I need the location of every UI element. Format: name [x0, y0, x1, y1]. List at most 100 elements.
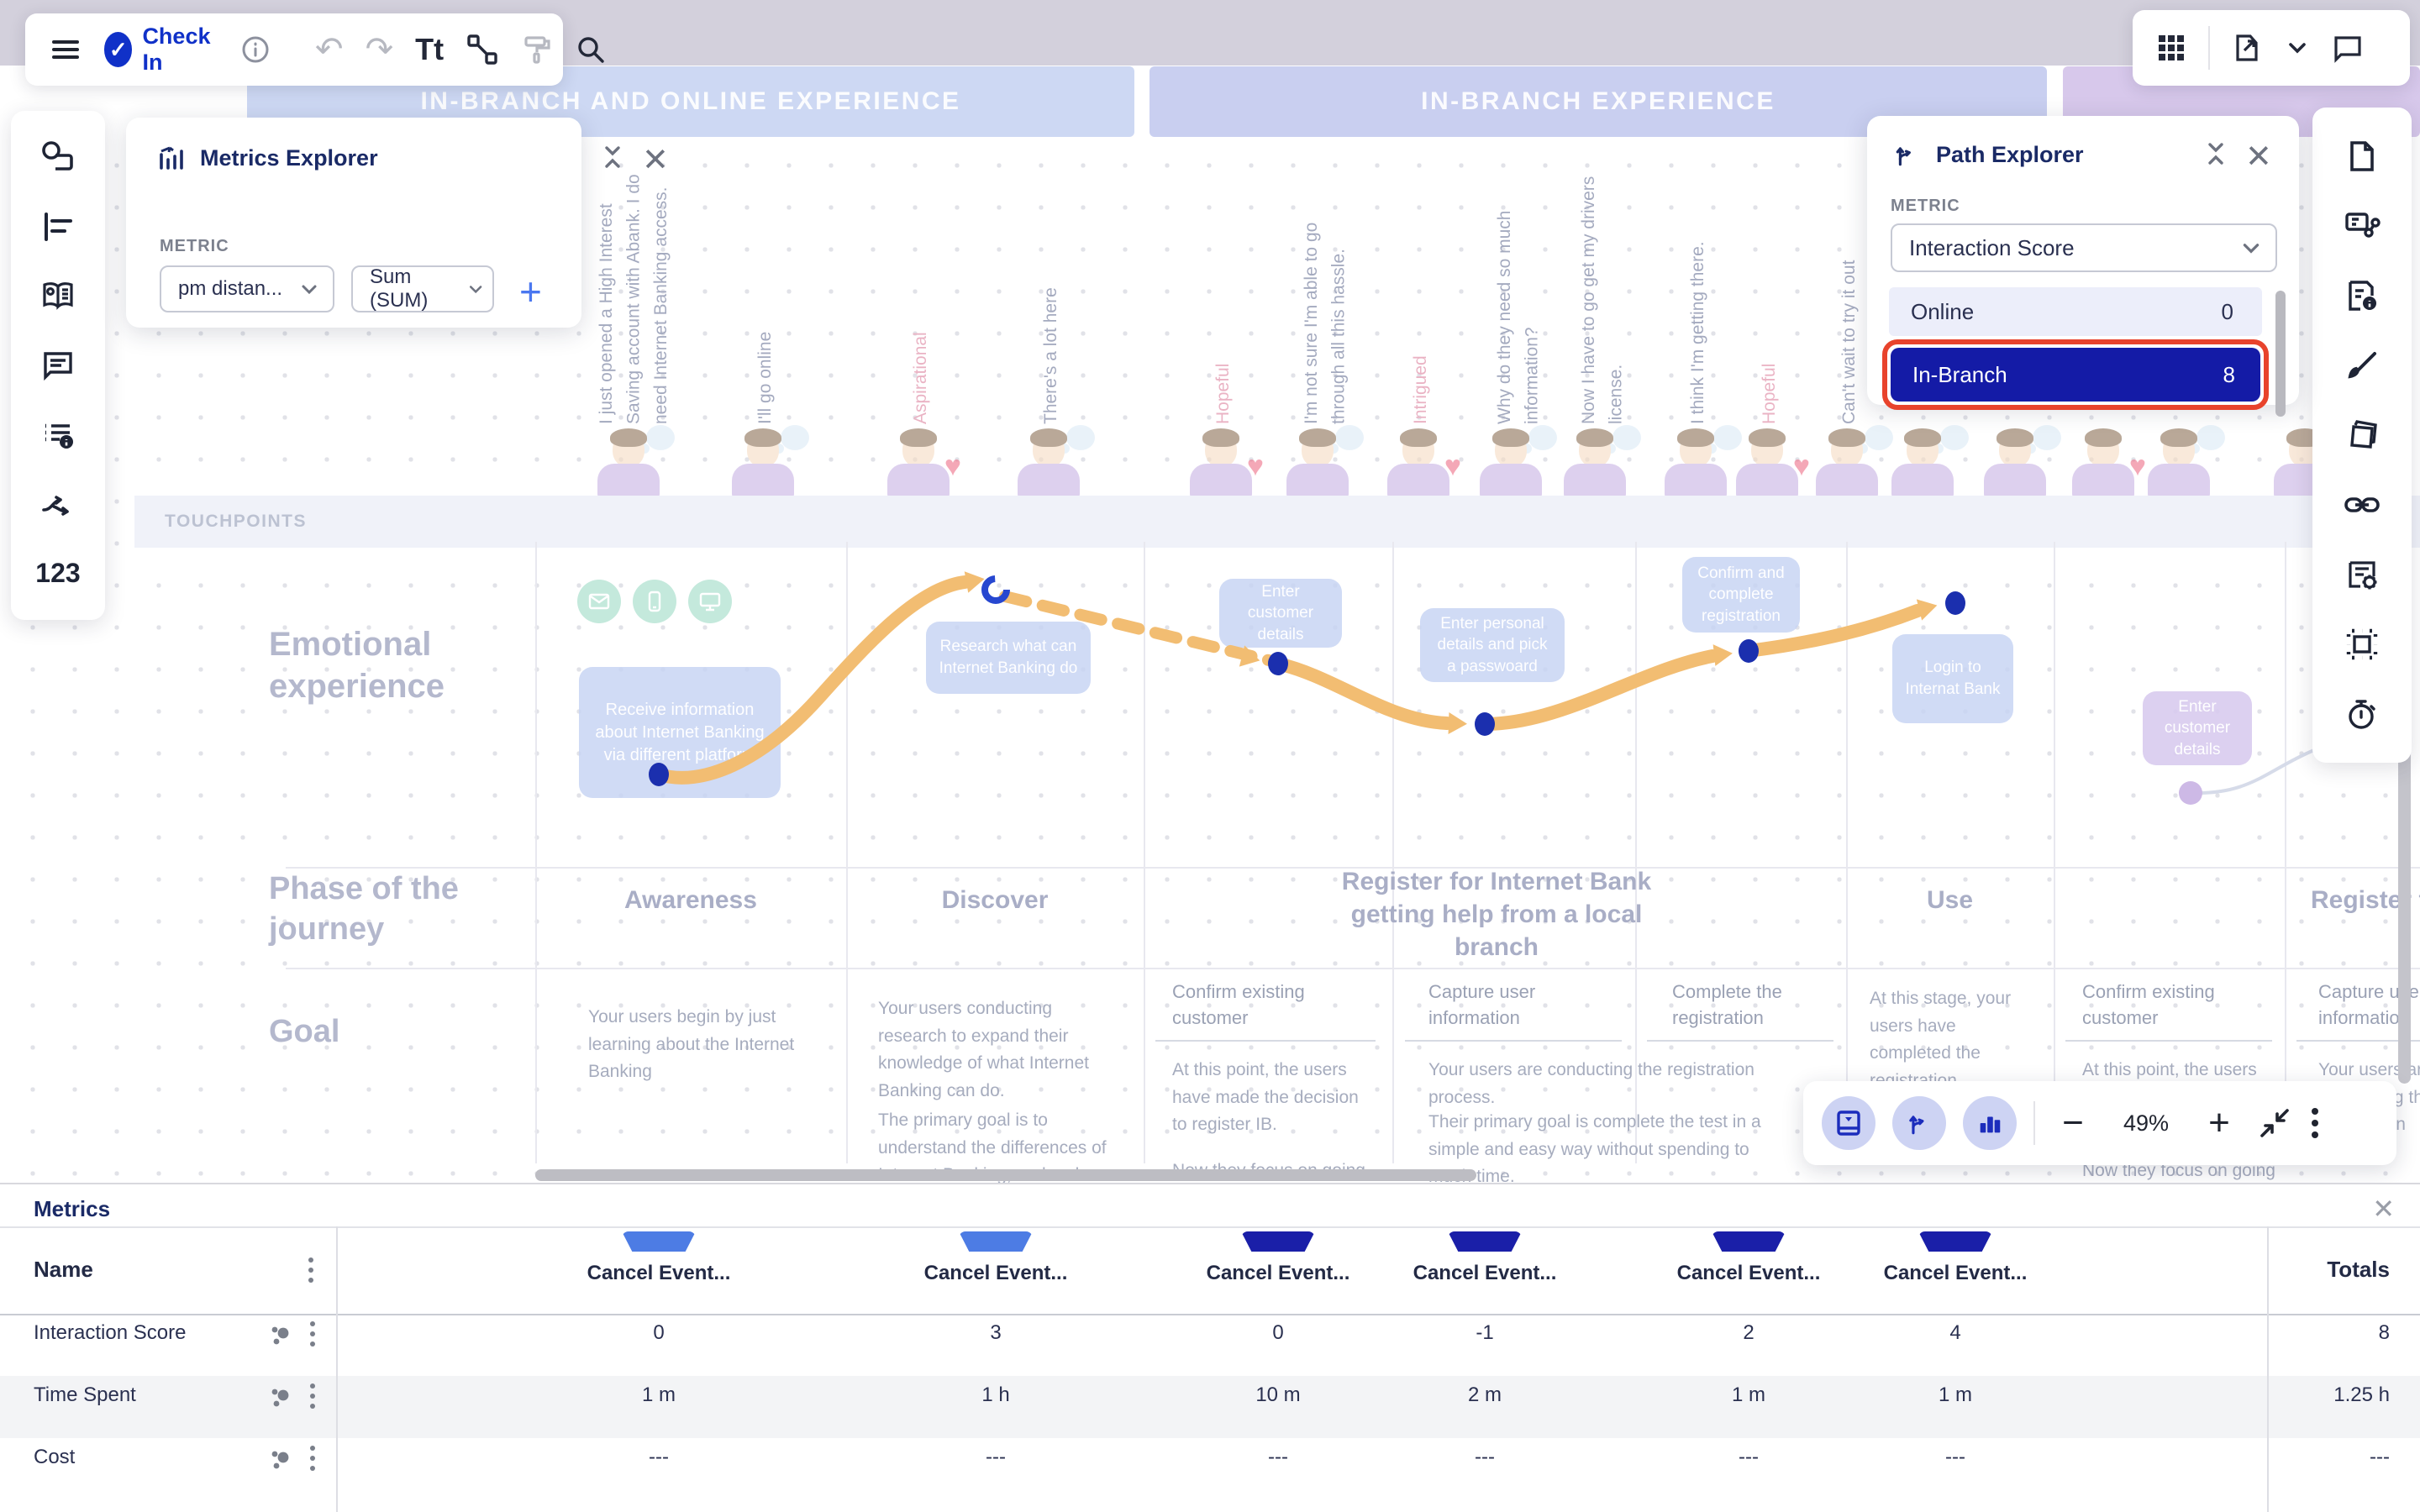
metric-select[interactable]: pm distan...	[160, 265, 334, 312]
path-option-in-branch[interactable]: In-Branch 8	[1891, 348, 2260, 402]
connector-tool-icon[interactable]	[466, 33, 499, 66]
more-options-kebab-icon[interactable]	[2309, 1105, 2321, 1142]
column-header-event[interactable]: Cancel Event...	[1880, 1260, 2031, 1287]
table-cell[interactable]: 0	[583, 1321, 734, 1345]
row-name[interactable]: Cost	[34, 1446, 75, 1469]
doc-settings-icon[interactable]	[2332, 544, 2392, 605]
phase-register[interactable]: Register for Internet Bank getting help …	[1320, 865, 1673, 963]
table-cell[interactable]: 1 h	[920, 1383, 1071, 1407]
sidebar-comment-icon[interactable]	[28, 335, 88, 396]
table-cell[interactable]: 3	[920, 1321, 1071, 1345]
path-option-online[interactable]: Online 0	[1889, 287, 2262, 336]
row-name[interactable]: Interaction Score	[34, 1321, 186, 1345]
close-panel-icon[interactable]: ✕	[2245, 138, 2272, 176]
fit-to-screen-icon[interactable]	[2257, 1105, 2292, 1141]
phase-discover[interactable]: Discover	[846, 884, 1144, 916]
text-tool-icon[interactable]: Tt	[415, 32, 444, 67]
event-column-pill[interactable]	[1448, 1231, 1522, 1252]
sidebar-lanes-icon[interactable]	[28, 197, 88, 257]
column-header-event[interactable]: Cancel Event...	[920, 1260, 1071, 1287]
row-kebab-icon[interactable]	[308, 1443, 318, 1473]
journey-card[interactable]: Receive information about Internet Banki…	[579, 667, 781, 798]
paint-roller-icon[interactable]	[521, 34, 553, 66]
row-name[interactable]: Time Spent	[34, 1383, 136, 1407]
aggregation-select[interactable]: Sum (SUM)	[351, 265, 494, 312]
table-cell[interactable]: 1 m	[1673, 1383, 1824, 1407]
undo-icon[interactable]: ↶	[315, 30, 344, 69]
column-header-event[interactable]: Cancel Event...	[1409, 1260, 1560, 1287]
table-cell[interactable]: 10 m	[1202, 1383, 1354, 1407]
table-cell[interactable]: 1 m	[583, 1383, 734, 1407]
redo-icon[interactable]: ↷	[366, 30, 394, 69]
table-cell[interactable]: 2	[1673, 1321, 1824, 1345]
journey-card[interactable]: Research what can Internet Banking do	[926, 622, 1091, 694]
toggle-path-explorer-button[interactable]	[1892, 1096, 1946, 1150]
toggle-metrics-panel-button[interactable]	[1822, 1096, 1876, 1150]
journey-card[interactable]: Confirm and complete registration	[1682, 557, 1800, 633]
toggle-metrics-explorer-button[interactable]	[1963, 1096, 2017, 1150]
table-cell[interactable]: ---	[1409, 1446, 1560, 1469]
journey-card[interactable]: Enter personal details and pick a passwo…	[1420, 608, 1565, 682]
sidebar-list-info-icon[interactable]	[28, 405, 88, 465]
column-header-event[interactable]: Cancel Event...	[1673, 1260, 1824, 1287]
mobile-touchpoint-icon[interactable]	[633, 580, 676, 623]
zoom-in-button[interactable]: +	[2198, 1102, 2240, 1144]
sidebar-metrics-123[interactable]: 123	[28, 543, 88, 604]
table-cell[interactable]: 1 m	[1880, 1383, 2031, 1407]
sidebar-path-icon[interactable]	[28, 474, 88, 534]
frame-select-icon[interactable]	[2332, 614, 2392, 675]
stopwatch-icon[interactable]	[2332, 684, 2392, 744]
column-header-event[interactable]: Cancel Event...	[583, 1260, 734, 1287]
event-column-pill[interactable]	[1918, 1231, 1992, 1252]
table-cell[interactable]: ---	[1673, 1446, 1824, 1469]
apps-grid-icon[interactable]	[2154, 31, 2188, 65]
table-cell[interactable]: 2 m	[1409, 1383, 1560, 1407]
journey-card[interactable]: Enter customer details	[2143, 691, 2252, 765]
canvas-horizontal-scrollbar[interactable]	[535, 1169, 1476, 1181]
collapse-panel-icon[interactable]	[598, 143, 627, 171]
table-cell[interactable]: ---	[1880, 1446, 2031, 1469]
table-cell[interactable]: 4	[1880, 1321, 2031, 1345]
journey-card[interactable]: Enter customer details	[1219, 579, 1342, 648]
search-icon[interactable]	[575, 34, 607, 66]
event-column-pill[interactable]	[959, 1231, 1033, 1252]
zoom-out-button[interactable]: −	[2052, 1102, 2094, 1144]
table-cell[interactable]: ---	[920, 1446, 1071, 1469]
journey-card[interactable]: Login to Internat Bank	[1892, 634, 2013, 723]
table-cell[interactable]: ---	[583, 1446, 734, 1469]
copy-icon[interactable]	[2332, 405, 2392, 465]
check-in-button[interactable]: ✓ Check In	[104, 24, 218, 76]
name-header-kebab-icon[interactable]	[306, 1255, 316, 1285]
add-metric-button[interactable]: +	[519, 269, 542, 314]
row-kebab-icon[interactable]	[308, 1319, 318, 1349]
sidebar-storyboard-icon[interactable]	[28, 265, 88, 326]
event-column-pill[interactable]	[1712, 1231, 1786, 1252]
table-cell[interactable]: ---	[1202, 1446, 1354, 1469]
phase-awareness[interactable]: Awareness	[535, 884, 846, 916]
table-cell[interactable]: 0	[1202, 1321, 1354, 1345]
page-icon[interactable]	[2332, 126, 2392, 186]
export-icon[interactable]	[2230, 31, 2264, 65]
collapse-panel-icon[interactable]	[2202, 139, 2230, 168]
hamburger-menu-icon[interactable]	[49, 33, 82, 66]
email-touchpoint-icon[interactable]	[577, 580, 621, 623]
chevron-down-icon[interactable]	[2284, 34, 2311, 61]
event-column-pill[interactable]	[1241, 1231, 1315, 1252]
card-flow-icon[interactable]	[2332, 196, 2392, 256]
path-metric-select[interactable]: Interaction Score	[1891, 223, 2277, 272]
panel-scrollbar[interactable]	[2275, 291, 2286, 417]
info-icon[interactable]	[239, 34, 271, 66]
row-kebab-icon[interactable]	[308, 1381, 318, 1411]
phase-use[interactable]: Use	[1846, 884, 2054, 916]
close-panel-icon[interactable]: ✕	[642, 141, 669, 179]
zoom-level[interactable]: 49%	[2111, 1110, 2181, 1137]
link-icon[interactable]	[2332, 475, 2392, 535]
column-header-event[interactable]: Cancel Event...	[1202, 1260, 1354, 1287]
close-metrics-panel-icon[interactable]: ✕	[2372, 1193, 2395, 1225]
desktop-touchpoint-icon[interactable]	[688, 580, 732, 623]
event-column-pill[interactable]	[622, 1231, 696, 1252]
comments-icon[interactable]	[2331, 31, 2365, 65]
table-cell[interactable]: -1	[1409, 1321, 1560, 1345]
brush-icon[interactable]	[2332, 335, 2392, 396]
sidebar-persona-icon[interactable]	[28, 127, 88, 187]
